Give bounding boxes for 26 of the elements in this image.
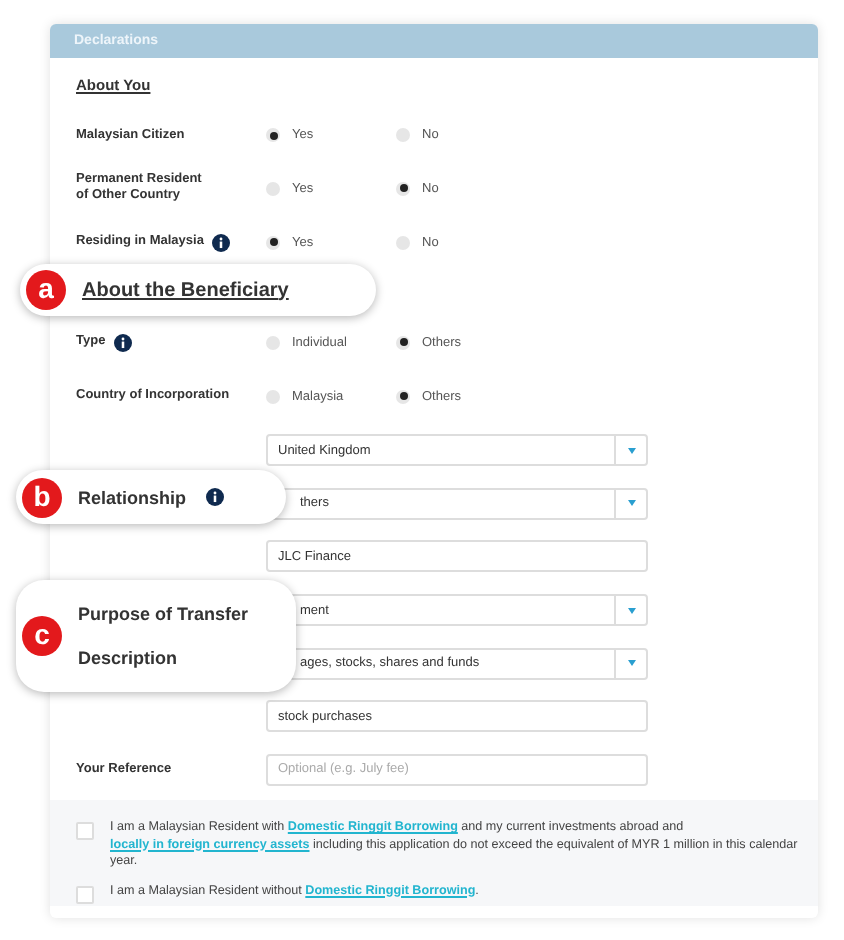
caret-icon <box>627 607 635 614</box>
section-heading: About the Beneficiary <box>82 279 289 301</box>
radio-button[interactable] <box>396 128 410 142</box>
radio-button[interactable] <box>266 389 280 403</box>
callout-badge: c <box>22 616 62 656</box>
radio-button[interactable] <box>266 335 280 349</box>
callout-badge: a <box>26 270 66 310</box>
radio-button[interactable] <box>396 235 410 249</box>
radio-button[interactable] <box>266 128 280 142</box>
field-label: Relationship <box>78 487 187 507</box>
caret-icon <box>627 447 635 454</box>
caret-icon <box>627 500 635 507</box>
radio-button[interactable] <box>396 335 410 349</box>
info-icon[interactable] <box>113 333 132 351</box>
info-icon[interactable] <box>211 233 230 251</box>
caret-icon <box>627 660 635 667</box>
callout-badge: b <box>22 477 62 517</box>
field-label: Purpose of Transfer <box>78 604 249 624</box>
radio-button[interactable] <box>266 181 280 195</box>
radio-button[interactable] <box>396 181 410 195</box>
radio-button[interactable] <box>396 389 410 403</box>
info-icon[interactable] <box>206 488 225 506</box>
field-label: Description <box>78 648 178 668</box>
checkbox[interactable] <box>76 885 94 903</box>
radio-button[interactable] <box>266 235 280 249</box>
checkbox[interactable] <box>76 822 94 840</box>
